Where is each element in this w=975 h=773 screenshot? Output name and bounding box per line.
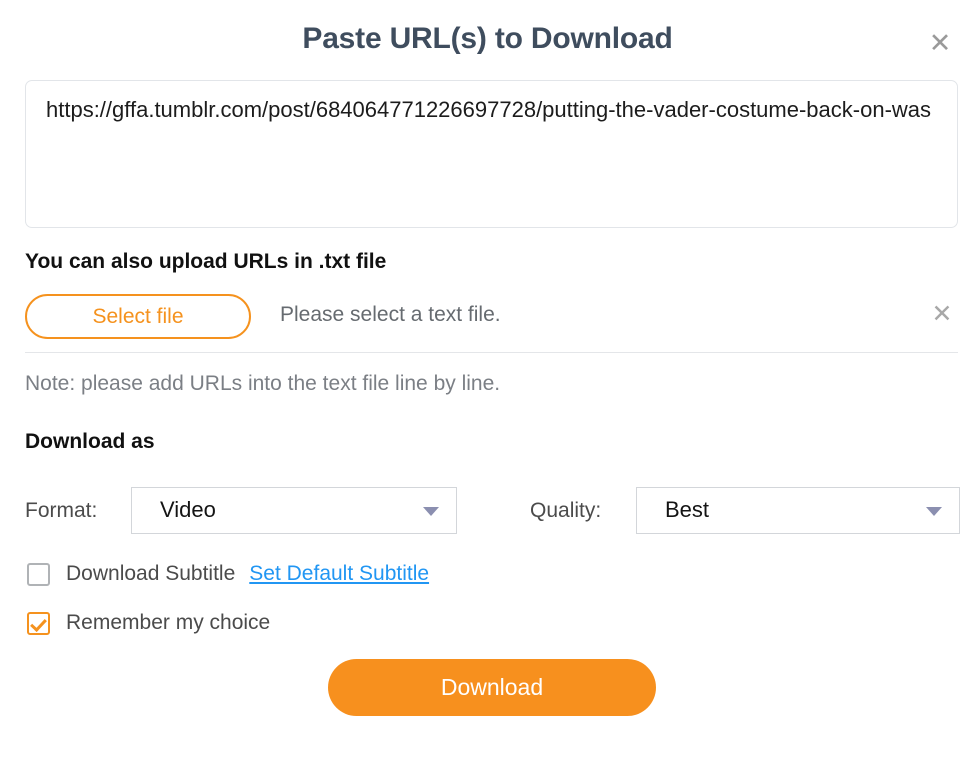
download-button[interactable]: Download: [328, 659, 656, 716]
set-default-subtitle-link[interactable]: Set Default Subtitle: [249, 562, 429, 586]
dialog-header: Paste URL(s) to Download ✕: [0, 0, 975, 78]
quality-select[interactable]: Best: [636, 487, 960, 534]
section-divider: [25, 352, 958, 353]
file-status-text: Please select a text file.: [280, 303, 501, 326]
upload-section-heading: You can also upload URLs in .txt file: [25, 250, 387, 273]
remember-choice-checkbox[interactable]: [27, 611, 50, 635]
format-selected-value: Video: [160, 497, 216, 522]
download-as-heading: Download as: [25, 430, 155, 453]
paste-url-dialog: Paste URL(s) to Download ✕ You can also …: [0, 0, 975, 773]
quality-selected-value: Best: [665, 497, 710, 522]
url-input[interactable]: [25, 80, 958, 228]
chevron-down-icon: [926, 507, 942, 516]
page-title: Paste URL(s) to Download: [302, 22, 673, 55]
remember-choice-row: Remember my choice: [27, 611, 270, 635]
chevron-down-icon: [423, 507, 439, 516]
format-select[interactable]: Video: [131, 487, 457, 534]
remember-choice-label: Remember my choice: [66, 611, 271, 634]
close-icon[interactable]: ✕: [923, 26, 957, 60]
clear-file-icon[interactable]: ✕: [927, 298, 957, 328]
format-label: Format:: [25, 499, 98, 522]
select-file-button[interactable]: Select file: [25, 294, 251, 339]
download-subtitle-row: Download Subtitle Set Default Subtitle: [27, 562, 429, 586]
download-subtitle-checkbox[interactable]: [27, 562, 50, 586]
quality-label: Quality:: [530, 499, 602, 522]
upload-note: Note: please add URLs into the text file…: [25, 372, 501, 395]
download-subtitle-label: Download Subtitle: [66, 562, 236, 585]
